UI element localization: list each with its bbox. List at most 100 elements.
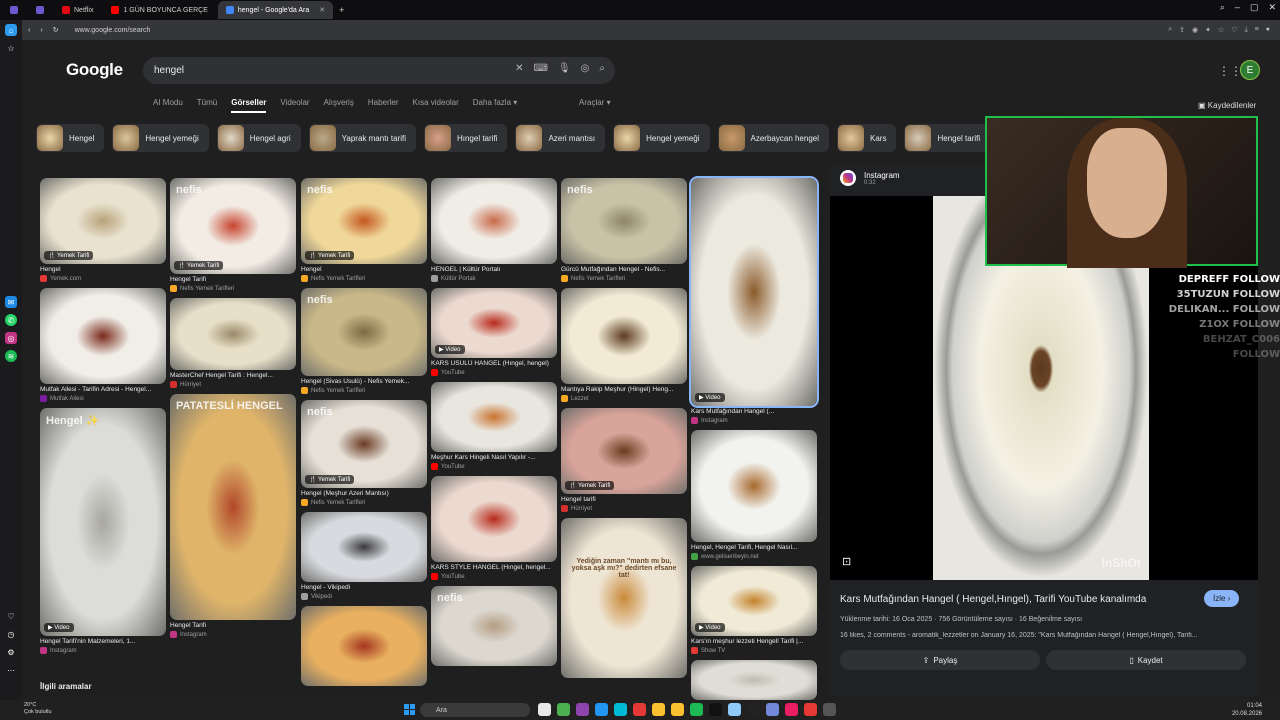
result-source[interactable]: Lezzet xyxy=(561,395,687,402)
taskbar-app-icon[interactable] xyxy=(747,703,760,716)
taskbar-search[interactable]: Ara xyxy=(420,703,530,717)
image-result[interactable]: Mantıya Rakip Meşhur (Hingel) Heng... Lez… xyxy=(561,288,687,402)
result-source[interactable]: www.gelisenbeyin.net xyxy=(691,553,817,560)
result-thumbnail[interactable] xyxy=(691,660,817,700)
result-title[interactable]: MasterChef Hengel Tarifi : Hengel... xyxy=(170,372,296,379)
share-button[interactable]: ⇪ Paylaş xyxy=(840,650,1040,670)
result-title[interactable]: Hengel, Hengel Tarifi, Hengel Nasıl... xyxy=(691,544,817,551)
image-result[interactable]: Yediğin zaman "mantı mı bu, yoksa aşk mı… xyxy=(561,518,687,678)
maximize-icon[interactable]: ▢ xyxy=(1250,2,1259,13)
nav-tab[interactable]: Daha fazla ▾ xyxy=(473,98,517,113)
result-title[interactable]: Hengel (Sivas Usulü) - Nefis Yemek... xyxy=(301,378,427,385)
taskbar-app-icon[interactable] xyxy=(709,703,722,716)
browser-tab[interactable] xyxy=(2,1,26,19)
bookmark-icon[interactable]: ☆ xyxy=(1218,26,1224,34)
history-icon[interactable]: ◷ xyxy=(5,628,17,640)
settings-icon[interactable]: ⚙ xyxy=(5,646,17,658)
whatsapp-icon[interactable]: ✆ xyxy=(5,314,17,326)
result-thumbnail[interactable]: nefis xyxy=(301,288,427,376)
result-title[interactable]: Gürcü Mutfağından Hengel - Nefis... xyxy=(561,266,687,273)
image-result[interactable]: nefis xyxy=(431,586,557,666)
camera-icon[interactable]: ◉ xyxy=(1192,26,1198,34)
result-title[interactable]: Mantıya Rakip Meşhur (Hingel) Heng... xyxy=(561,386,687,393)
instagram-icon[interactable]: ◎ xyxy=(5,332,17,344)
result-source[interactable]: Nefis Yemek Tarifleri xyxy=(301,387,427,394)
extensions-icon[interactable]: ✦ xyxy=(1205,26,1211,34)
avatar[interactable]: E xyxy=(1240,60,1260,80)
result-thumbnail[interactable]: nefis 🍴 Yemek Tarifi xyxy=(170,178,296,274)
lens-search-icon[interactable]: ⊡ xyxy=(842,555,851,568)
image-result[interactable]: Hengel, Hengel Tarifi, Hengel Nasıl... ww… xyxy=(691,430,817,560)
image-result[interactable]: Meşhur Kars Hingeli Nasıl Yapılır -... Yo… xyxy=(431,382,557,470)
result-source[interactable]: Show TV xyxy=(691,647,817,654)
result-thumbnail[interactable]: nefis xyxy=(561,178,687,264)
result-source[interactable]: YouTube xyxy=(431,573,557,580)
result-source[interactable]: Nefis Yemek Tarifleri xyxy=(170,285,296,292)
messenger-icon[interactable]: ✉ xyxy=(5,296,17,308)
image-result[interactable]: nefis 🍴 Yemek Tarifi Hengel Nefis Yemek Tar… xyxy=(301,178,427,282)
nav-tab[interactable]: Kısa videolar xyxy=(413,98,459,113)
search-chip[interactable]: Hengel yemeği xyxy=(112,124,209,152)
search-chip[interactable]: Yaprak mantı tarifi xyxy=(308,124,416,152)
result-thumbnail[interactable]: Yediğin zaman "mantı mı bu, yoksa aşk mı… xyxy=(561,518,687,678)
image-result[interactable]: nefis Gürcü Mutfağından Hengel - Nefis...… xyxy=(561,178,687,282)
result-source[interactable]: Instagram xyxy=(691,417,817,424)
search-chip[interactable]: Kars xyxy=(837,124,897,152)
result-thumbnail[interactable] xyxy=(40,288,166,384)
pin-icon[interactable]: ☆ xyxy=(5,42,17,54)
saved-button[interactable]: ▣ Kaydedilenler xyxy=(1198,101,1256,110)
taskbar-app-icon[interactable] xyxy=(538,703,551,716)
home-icon[interactable]: ⌂ xyxy=(5,24,17,36)
apps-grid-icon[interactable]: ⋮⋮ xyxy=(1218,64,1242,78)
search-chip[interactable]: Hengel yemeği xyxy=(613,124,710,152)
share-icon[interactable]: ⇪ xyxy=(1179,26,1185,34)
preview-title[interactable]: Kars Mutfağından Hangel ( Hengel,Hıngel)… xyxy=(840,594,1146,605)
result-title[interactable]: Hengel Tarifi xyxy=(170,276,296,283)
result-source[interactable]: Hürriyet xyxy=(170,381,296,388)
result-title[interactable]: KARS USULÜ HANGEL (Hıngel, hengel) xyxy=(431,360,557,367)
result-title[interactable]: Kars'ın meşhur lezzeti Hengel! Tarifi |.… xyxy=(691,638,817,645)
forward-icon[interactable]: › xyxy=(40,27,42,34)
minimize-icon[interactable]: – xyxy=(1235,2,1240,13)
clear-icon[interactable]: ✕ xyxy=(515,63,523,74)
search-chip[interactable]: Hıngel tarifi xyxy=(423,124,508,152)
preview-source[interactable]: Instagram 0:32 xyxy=(840,170,900,186)
taskbar-app-icon[interactable] xyxy=(652,703,665,716)
image-result[interactable]: PATATESLİ HENGEL Hengel Tarifi Instagram xyxy=(170,394,296,638)
search-input[interactable]: hengel ✕ ⌨ 🎙 ◎ ⌕ xyxy=(143,57,615,84)
image-result[interactable]: ▶ Video KARS USULÜ HANGEL (Hıngel, hengel… xyxy=(431,288,557,376)
image-result[interactable]: Mutfak Ailesi - Tarifin Adresi - Hengel.… xyxy=(40,288,166,402)
image-result[interactable]: nefis Hengel (Sivas Usulü) - Nefis Yemek.… xyxy=(301,288,427,394)
result-title[interactable]: Hengel tarifi xyxy=(561,496,687,503)
result-thumbnail[interactable] xyxy=(170,298,296,370)
image-result[interactable]: ▶ Video Kars'ın meşhur lezzeti Hengel! Ta… xyxy=(691,566,817,654)
result-title[interactable]: KARS STYLE HANGEL (Hıngel, hengel... xyxy=(431,564,557,571)
result-title[interactable]: Hengel Tarifi'nin Malzemeleri, 1... xyxy=(40,638,166,645)
image-result[interactable]: Hengel - Vikipedi Vikipedi xyxy=(301,512,427,600)
result-thumbnail[interactable] xyxy=(301,606,427,686)
save-button[interactable]: ▯ Kaydet xyxy=(1046,650,1246,670)
result-title[interactable]: Hengel xyxy=(301,266,427,273)
new-tab-button[interactable]: + xyxy=(339,5,344,15)
result-title[interactable]: HENGEL | Kültür Portalı xyxy=(431,266,557,273)
search-chip[interactable]: Hengel xyxy=(36,124,105,152)
result-thumbnail[interactable]: nefis xyxy=(431,586,557,666)
search-chip[interactable]: Azerbaycan hengel xyxy=(717,124,830,152)
google-logo[interactable]: Google xyxy=(66,60,123,80)
search-icon[interactable]: ⌕ xyxy=(599,63,605,74)
result-title[interactable]: Meşhur Kars Hingeli Nasıl Yapılır -... xyxy=(431,454,557,461)
taskbar-app-icon[interactable] xyxy=(671,703,684,716)
windows-start-icon[interactable] xyxy=(404,704,415,715)
result-thumbnail[interactable]: nefis 🍴 Yemek Tarifi xyxy=(301,400,427,488)
result-thumbnail[interactable]: nefis 🍴 Yemek Tarifi xyxy=(301,178,427,264)
result-thumbnail[interactable] xyxy=(431,178,557,264)
download-icon[interactable]: ⤓ xyxy=(1245,26,1248,34)
result-title[interactable]: Hengel xyxy=(40,266,166,273)
result-source[interactable]: Hürriyet xyxy=(561,505,687,512)
image-result[interactable]: ▶ Video Kars Mutfağından Hangel (... Insta… xyxy=(689,176,819,424)
tab-close-icon[interactable]: ✕ xyxy=(319,6,325,14)
taskbar-app-icon[interactable] xyxy=(728,703,741,716)
result-source[interactable]: Nefis Yemek Tarifleri xyxy=(301,275,427,282)
result-title[interactable]: Hengel Tarifi xyxy=(170,622,296,629)
result-source[interactable]: Instagram xyxy=(40,647,166,654)
